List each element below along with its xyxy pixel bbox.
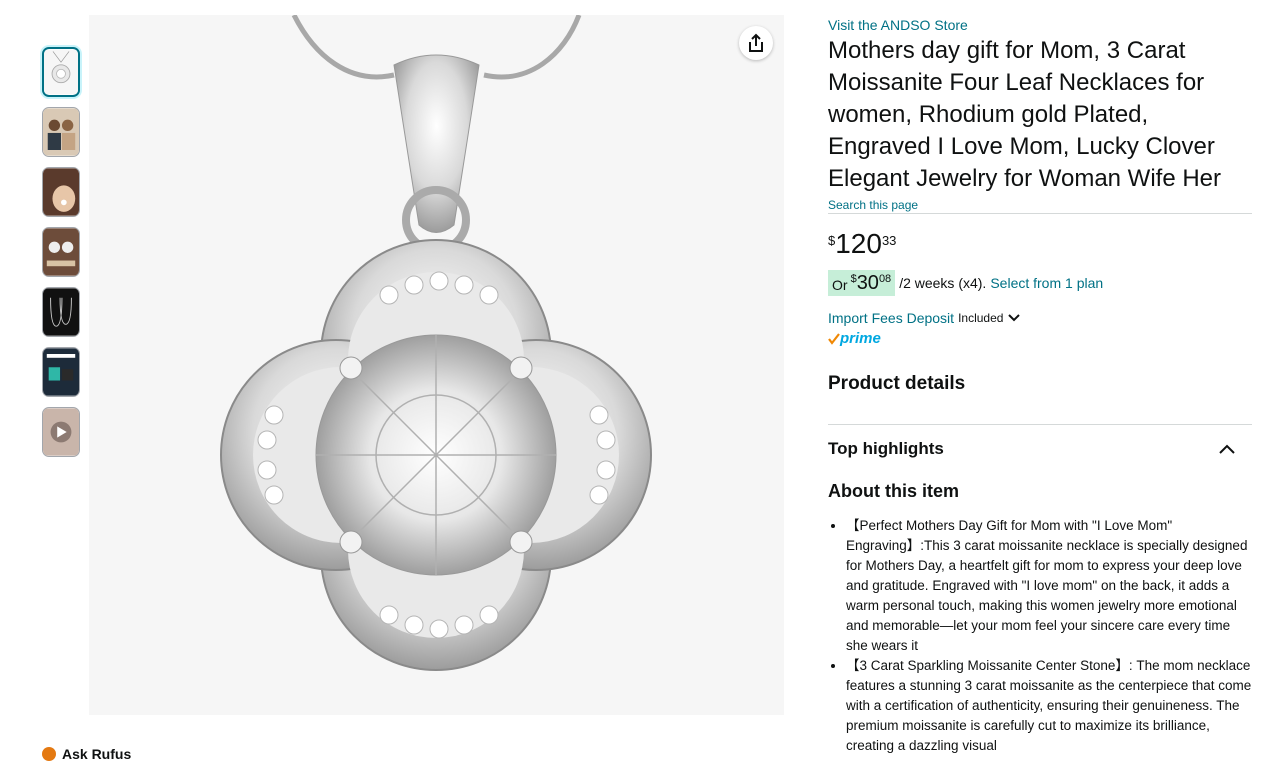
share-icon — [749, 33, 763, 52]
store-link[interactable]: Visit the ANDSO Store — [828, 15, 1252, 35]
thumbnail-6[interactable] — [42, 347, 80, 397]
worn-thumbnail-image — [43, 168, 79, 216]
thumbnail-2[interactable] — [42, 107, 80, 157]
select-plan-link[interactable]: Select from 1 plan — [990, 275, 1103, 291]
product-info-panel: Visit the ANDSO Store Mothers day gift f… — [828, 15, 1252, 756]
people-thumbnail-image — [43, 108, 79, 156]
ask-rufus-button[interactable]: Ask Rufus — [42, 746, 131, 762]
thumbnail-video[interactable] — [42, 407, 80, 457]
top-highlights-toggle[interactable]: Top highlights — [828, 425, 1252, 473]
share-button[interactable] — [739, 26, 773, 60]
prime-badge: prime — [828, 330, 1252, 347]
ask-rufus-label: Ask Rufus — [62, 746, 132, 762]
installment-period: /2 weeks (x4). — [899, 275, 987, 291]
clover-necklace-image — [220, 15, 652, 671]
main-product-image[interactable] — [89, 15, 784, 715]
rufus-icon — [42, 747, 56, 761]
bullet-item-2: 【3 Carat Sparkling Moissanite Center Sto… — [846, 656, 1252, 756]
prime-check-icon — [828, 332, 840, 345]
video-thumbnail-image — [43, 408, 79, 456]
about-this-item-heading: About this item — [828, 481, 959, 501]
gift-box-thumbnail-image — [43, 348, 79, 396]
chevron-down-icon[interactable] — [1007, 313, 1021, 323]
bullet-list: 【Perfect Mothers Day Gift for Mom with "… — [828, 516, 1252, 756]
price-fraction: 33 — [881, 233, 897, 248]
price-whole: 120 — [835, 228, 882, 259]
prime-label: prime — [840, 330, 881, 347]
import-fees-link[interactable]: Import Fees Deposit — [828, 310, 954, 326]
thumbnail-list — [42, 47, 82, 467]
installment-fraction: 08 — [878, 273, 892, 285]
installment-badge: Or $ 30 08 — [828, 270, 896, 296]
top-highlights-heading: Top highlights — [828, 439, 944, 458]
price: $ 120 33 — [828, 228, 1252, 262]
divider — [828, 213, 1252, 214]
price-symbol: $ — [828, 233, 836, 248]
necklace-thumbnail-image — [44, 49, 78, 95]
search-this-page-link[interactable]: Search this page — [828, 197, 1252, 213]
thumbnail-5[interactable] — [42, 287, 80, 337]
detail-thumbnail-image — [43, 228, 79, 276]
bullet-item-1: 【Perfect Mothers Day Gift for Mom with "… — [846, 516, 1252, 656]
installment-whole: 30 — [856, 272, 879, 294]
import-fees: Import Fees Deposit Included — [828, 310, 1252, 326]
product-details-heading: Product details — [828, 373, 966, 394]
thumbnail-1[interactable] — [42, 47, 80, 97]
chevron-up-icon[interactable] — [1218, 443, 1236, 455]
thumbnail-3[interactable] — [42, 167, 80, 217]
installment-or: Or — [832, 277, 848, 293]
product-title: Mothers day gift for Mom, 3 Carat Moissa… — [828, 37, 1222, 192]
import-fees-included: Included — [958, 311, 1004, 325]
product-details-section: Product details — [828, 373, 1252, 413]
installment-offer: Or $ 30 08 /2 weeks (x4). Select from 1 … — [828, 270, 1252, 296]
size-chart-thumbnail-image — [43, 288, 79, 336]
thumbnail-4[interactable] — [42, 227, 80, 277]
